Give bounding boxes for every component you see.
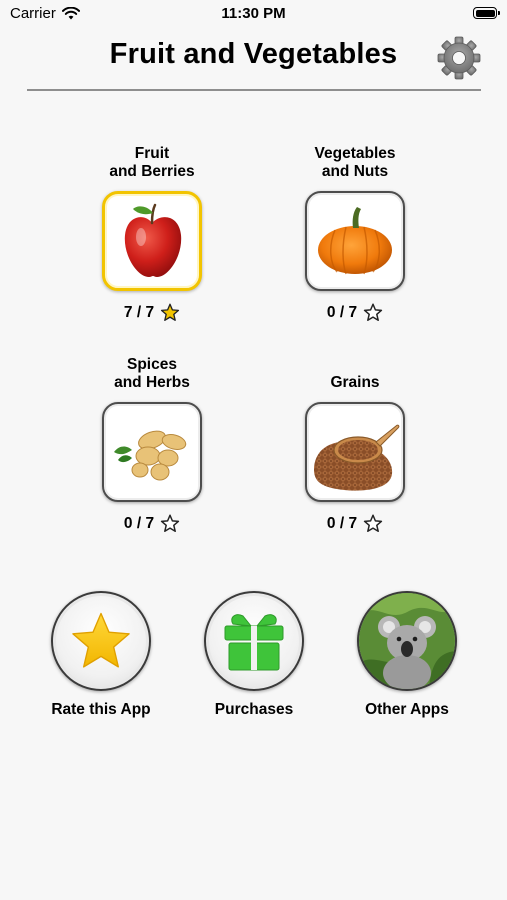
category-tile[interactable] [305, 402, 405, 502]
score-text: 7 / 7 [123, 303, 155, 321]
rate-app-label: Rate this App [51, 701, 151, 718]
rate-app-button[interactable]: Rate this App [26, 591, 176, 726]
star-outline-icon [160, 514, 180, 533]
category-label: Fruit and Berries [109, 145, 195, 180]
category-score: 0 / 7 [265, 303, 445, 322]
category-label: Grains [330, 374, 380, 391]
purchases-circle[interactable] [204, 591, 304, 691]
other-apps-circle[interactable] [357, 591, 457, 691]
ginger-icon [114, 430, 187, 481]
star-outline-icon [363, 303, 383, 322]
category-vegetables-and-nuts[interactable]: Vegetables and Nuts 0 / 7 [265, 145, 445, 330]
status-bar: Carrier 11:30 PM [0, 0, 507, 26]
category-label: Spices and Herbs [114, 356, 190, 391]
page-title: Fruit and Vegetables [109, 38, 398, 70]
category-spices-and-herbs[interactable]: Spices and Herbs 0 / 7 [62, 356, 242, 541]
header-divider [27, 89, 481, 91]
category-score: 7 / 7 [62, 303, 242, 322]
koala-icon [359, 593, 455, 689]
other-apps-button[interactable]: Other Apps [332, 591, 482, 726]
apple-icon [124, 203, 182, 277]
gift-icon [224, 614, 284, 671]
buckwheat-icon [314, 424, 400, 491]
pumpkin-icon [318, 207, 392, 275]
category-tile[interactable] [102, 402, 202, 502]
category-score: 0 / 7 [62, 514, 242, 533]
score-text: 0 / 7 [326, 514, 358, 532]
category-label: Vegetables and Nuts [314, 145, 396, 180]
category-fruit-and-berries[interactable]: Fruit and Berries 7 / 7 [62, 145, 242, 330]
app-screen: Carrier 11:30 PM Fruit and Vegetables Fr… [0, 0, 507, 900]
other-apps-label: Other Apps [365, 701, 449, 718]
clock: 11:30 PM [221, 5, 286, 22]
purchases-button[interactable]: Purchases [179, 591, 329, 726]
category-tile[interactable] [305, 191, 405, 291]
star-outline-icon [363, 514, 383, 533]
score-text: 0 / 7 [123, 514, 155, 532]
purchases-label: Purchases [214, 701, 294, 718]
score-text: 0 / 7 [326, 303, 358, 321]
star-filled-icon [160, 303, 180, 321]
rate-app-circle[interactable] [51, 591, 151, 691]
star-icon [72, 612, 130, 668]
category-grains[interactable]: Grains 0 / 7 [265, 356, 445, 541]
category-score: 0 / 7 [265, 514, 445, 533]
category-tile[interactable] [102, 191, 202, 291]
gear-icon[interactable] [437, 36, 481, 80]
battery-icon [473, 7, 500, 19]
